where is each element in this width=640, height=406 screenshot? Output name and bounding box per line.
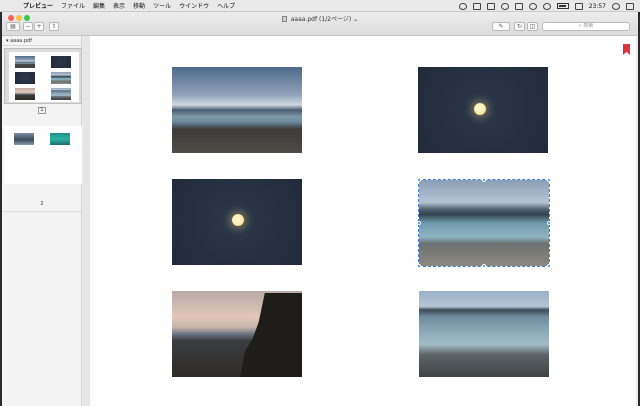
mini-page2-photo-2: [50, 133, 70, 145]
dropbox-icon[interactable]: [458, 2, 467, 10]
sidebar-document-name: aaaa.pdf: [10, 38, 33, 44]
mini-lagoon-photo: [51, 72, 71, 84]
zoom-out-button[interactable]: −: [23, 22, 33, 31]
page-indicator: (1/2ページ): [319, 16, 352, 23]
shoreline-photo[interactable]: [419, 291, 549, 377]
sidebar-toggle-button[interactable]: ▤: [6, 22, 20, 31]
selection-handle-top-left[interactable]: [417, 178, 421, 182]
selection-handle-right[interactable]: [547, 221, 551, 225]
beach-dusk-photo[interactable]: [172, 67, 302, 153]
search-placeholder: 検索: [583, 23, 594, 29]
document-gutter: [83, 36, 90, 406]
moon-photo-2[interactable]: [172, 179, 302, 265]
thumbnail-page-2-number: 2: [40, 201, 44, 207]
selection-handle-top-right[interactable]: [547, 178, 551, 182]
thumbnail-page-1-content: [9, 52, 79, 102]
mini-shore-photo: [51, 88, 71, 100]
apple-icon[interactable]: [9, 2, 17, 10]
title-bar: aaaa.pdf (1/2ページ) ⌄ ▤ − + ⇧ ✎ ↻ ◫ ⌕ 検索: [2, 12, 638, 36]
document-view[interactable]: [83, 36, 636, 406]
battery-icon[interactable]: [556, 3, 569, 9]
mini-sunset-photo: [15, 88, 35, 100]
moon-1: [474, 103, 486, 115]
menu-tools[interactable]: ツール: [153, 1, 171, 10]
moon-2: [232, 214, 244, 226]
status-area: 23:57: [458, 0, 634, 12]
pdf-file-icon: [281, 16, 287, 22]
menu-help[interactable]: ヘルプ: [217, 1, 235, 10]
cliff-silhouette: [240, 293, 302, 377]
thumbnail-sidebar: ▾ aaaa.pdf 1 2: [2, 36, 82, 406]
menu-bar: プレビュー ファイル 編集 表示 移動 ツール ウインドウ ヘルプ 23:57: [0, 0, 640, 12]
selection-handle-bottom-right[interactable]: [547, 264, 551, 268]
thumbnail-page-1-number: 1: [2, 107, 82, 114]
notes-icon[interactable]: [472, 2, 481, 10]
menu-window[interactable]: ウインドウ: [179, 1, 209, 10]
title-chevron-icon[interactable]: ⌄: [353, 16, 358, 23]
menu-file[interactable]: ファイル: [61, 1, 85, 10]
zoom-in-button[interactable]: +: [34, 22, 44, 31]
wifi-icon[interactable]: [542, 2, 551, 10]
selection-handle-bottom[interactable]: [482, 264, 486, 268]
notification-center-icon[interactable]: [626, 2, 634, 10]
menu-edit[interactable]: 編集: [93, 1, 105, 10]
sidebar-divider: [2, 211, 81, 212]
lagoon-photo[interactable]: [418, 179, 550, 267]
mini-page2-photo-1: [14, 133, 34, 145]
menu-go[interactable]: 移動: [133, 1, 145, 10]
menu-app-name[interactable]: プレビュー: [23, 1, 53, 10]
markup-pen-button[interactable]: ✎: [492, 22, 510, 31]
mini-beach-photo: [15, 56, 35, 68]
share-button[interactable]: ⇧: [49, 22, 59, 31]
moon-photo-1[interactable]: [418, 67, 548, 153]
flag-icon[interactable]: [574, 2, 583, 10]
search-field[interactable]: ⌕ 検索: [542, 22, 630, 31]
selection-handle-top[interactable]: [482, 178, 486, 182]
timemachine-icon[interactable]: [500, 2, 509, 10]
clock-status-icon[interactable]: [528, 2, 537, 10]
preview-window: aaaa.pdf (1/2ページ) ⌄ ▤ − + ⇧ ✎ ↻ ◫ ⌕ 検索 ▾…: [2, 12, 638, 406]
cliff-sunset-photo[interactable]: [172, 291, 302, 377]
thumbnail-page-2-content: [8, 129, 78, 179]
thumbnail-page-2[interactable]: [4, 126, 82, 184]
thumbnail-page-1[interactable]: [4, 48, 82, 104]
mini-moon-photo-2: [15, 72, 35, 84]
toolbox-button[interactable]: ◫: [527, 22, 538, 31]
rotate-button[interactable]: ↻: [514, 22, 525, 31]
bluetooth-icon[interactable]: [514, 2, 523, 10]
menu-view[interactable]: 表示: [113, 1, 125, 10]
mini-moon-photo-1: [51, 56, 71, 68]
airplay-icon[interactable]: [486, 2, 495, 10]
page-1-label: 1: [38, 107, 46, 114]
spotlight-icon[interactable]: [612, 2, 620, 10]
sidebar-header[interactable]: ▾ aaaa.pdf: [2, 36, 81, 46]
document-name: aaaa.pdf: [290, 16, 318, 23]
selection-handle-bottom-left[interactable]: [417, 264, 421, 268]
selection-handle-left[interactable]: [417, 221, 421, 225]
menu-clock[interactable]: 23:57: [589, 3, 606, 10]
bookmark-icon[interactable]: [623, 44, 630, 55]
